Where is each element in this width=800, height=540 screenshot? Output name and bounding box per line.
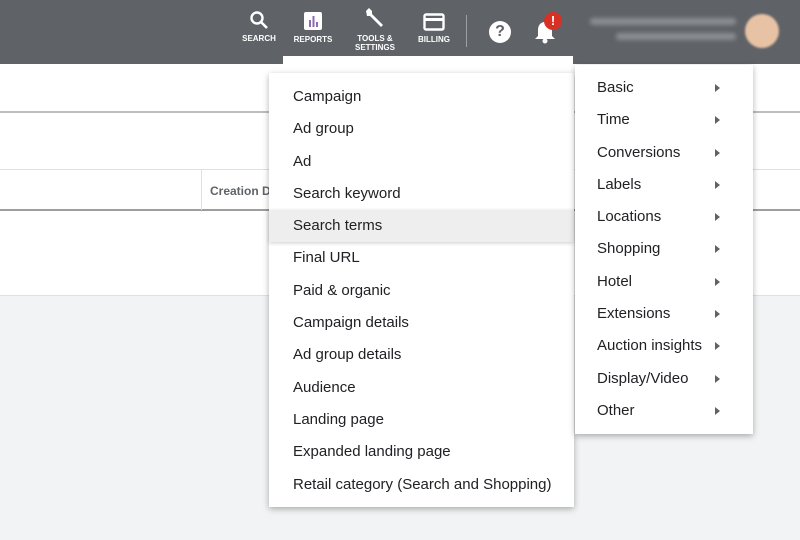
submenu-item[interactable]: Auction insights [575, 330, 753, 362]
search-button[interactable]: SEARCH [240, 10, 278, 43]
account-email-blurred [616, 33, 736, 40]
chevron-right-icon [715, 84, 720, 92]
submenu-item[interactable]: Locations [575, 201, 753, 233]
column-header-creation-date[interactable]: Creation Da [210, 184, 277, 198]
menu-item[interactable]: Ad [269, 146, 574, 178]
billing-label: BILLING [418, 35, 450, 44]
tools-settings-button[interactable]: TOOLS & SETTINGS [350, 6, 400, 52]
submenu-item[interactable]: Hotel [575, 266, 753, 298]
submenu-item-label: Auction insights [597, 337, 703, 355]
wrench-icon [366, 8, 383, 27]
chevron-right-icon [715, 213, 720, 222]
search-icon [250, 11, 268, 29]
top-bar: SEARCH REPORTS TOOLS & SETTINGS BILLING … [0, 0, 800, 64]
menu-item[interactable]: Campaign [269, 81, 574, 113]
divider [466, 15, 467, 47]
submenu-item-label: Extensions [597, 305, 671, 323]
chevron-right-icon [715, 342, 720, 351]
menu-item[interactable]: Landing page [269, 404, 574, 436]
category-menu: Basic Time Conversions Labels Locations Shopp… [575, 65, 753, 434]
menu-item[interactable]: Expanded landing page [269, 436, 574, 468]
submenu-item[interactable]: Time [575, 104, 753, 136]
menu-item[interactable]: Paid & organic [269, 275, 574, 307]
chevron-right-icon [715, 116, 720, 125]
chevron-right-icon [715, 406, 720, 415]
submenu-item-label: Other [597, 401, 635, 419]
menu-item[interactable]: Final URL [269, 242, 574, 274]
column-divider [201, 170, 202, 210]
billing-button[interactable]: BILLING [414, 13, 454, 44]
menu-item[interactable]: Campaign details [269, 307, 574, 339]
submenu-item[interactable]: Other [575, 395, 753, 427]
chevron-right-icon [715, 277, 720, 286]
submenu-item[interactable]: Basic [575, 72, 753, 104]
menu-item[interactable]: Search terms [269, 210, 574, 243]
chevron-right-icon [715, 245, 720, 254]
credit-card-icon [423, 13, 445, 31]
submenu-item-label: Locations [597, 208, 662, 226]
notifications-button[interactable]: ! [534, 12, 562, 49]
submenu-item-label: Time [597, 111, 630, 129]
help-icon[interactable]: ? [489, 21, 511, 43]
menu-item[interactable]: Ad group details [269, 339, 574, 371]
submenu-item[interactable]: Display/Video [575, 363, 753, 395]
chevron-right-icon [715, 148, 720, 157]
reports-icon [304, 12, 322, 30]
submenu-item-label: Hotel [597, 272, 633, 290]
chevron-right-icon [715, 310, 720, 319]
submenu-item-label: Basic [597, 79, 634, 96]
menu-item[interactable]: Ad group [269, 113, 574, 145]
submenu-item[interactable]: Shopping [575, 233, 753, 265]
menu-item[interactable]: Retail category (Search and Shopping) [269, 469, 574, 501]
menu-item[interactable]: Search keyword [269, 178, 574, 210]
chevron-right-icon [715, 180, 720, 189]
submenu-item-label: Shopping [597, 240, 661, 258]
submenu-item-label: Conversions [597, 143, 681, 161]
submenu-item[interactable]: Labels [575, 169, 753, 201]
settings-label: SETTINGS [354, 43, 395, 52]
submenu-item-label: Labels [597, 175, 642, 193]
tools-label: TOOLS & [357, 34, 393, 43]
submenu-item-label: Display/Video [597, 369, 689, 387]
dropdown-top [283, 56, 573, 74]
alert-badge: ! [544, 12, 562, 30]
menu-item[interactable]: Audience [269, 372, 574, 404]
avatar[interactable] [745, 14, 779, 48]
submenu-item[interactable]: Extensions [575, 298, 753, 330]
submenu-item[interactable]: Conversions [575, 137, 753, 169]
search-label: SEARCH [242, 34, 276, 43]
chevron-right-icon [715, 374, 720, 383]
report-type-menu: Campaign Ad group Ad Search keyword Search t… [269, 73, 574, 507]
reports-button[interactable]: REPORTS [292, 11, 334, 44]
reports-label: REPORTS [293, 35, 333, 44]
account-name-blurred [590, 18, 736, 25]
